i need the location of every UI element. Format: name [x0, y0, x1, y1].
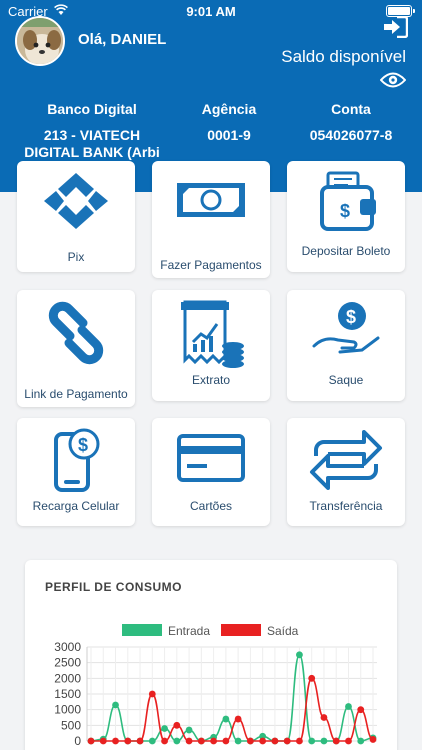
data-point-1-20: [332, 737, 340, 745]
y-tick-label: 3000: [54, 640, 81, 654]
consumption-chart: Entrada Saída 3000 25002000 1500 1000500 0: [54, 624, 377, 748]
data-point-0-21: [345, 703, 352, 710]
data-point-1-12: [234, 715, 242, 723]
tile-recarga-celular[interactable]: $ Recarga Celular: [17, 418, 135, 526]
data-point-0-6: [161, 725, 168, 732]
account-info: Conta 054026077-8: [294, 101, 408, 144]
app-screen: Carrier 9:01 AM Olá, DANIEL Saldo dispon…: [0, 0, 422, 750]
legend-label-0: Entrada: [168, 624, 210, 638]
tile-cartoes[interactable]: Cartões: [152, 418, 270, 526]
balance-label: Saldo disponível: [281, 47, 406, 66]
withdraw-icon: $: [312, 302, 380, 354]
pix-icon: [44, 173, 108, 229]
payment-icon: [177, 183, 245, 217]
avatar[interactable]: [15, 16, 65, 66]
status-bar: Carrier 9:01 AM: [0, 0, 422, 24]
data-point-1-18: [308, 674, 316, 682]
tile-transferencia[interactable]: Transferência: [287, 418, 405, 526]
agency-value: 0001-9: [207, 127, 251, 143]
tile-depositar-boleto[interactable]: $ Depositar Boleto: [287, 161, 405, 272]
avatar-dog-icon: [17, 18, 63, 64]
legend-label-1: Saída: [267, 624, 299, 638]
statement-icon: [181, 300, 244, 368]
tile-label-cartoes: Cartões: [189, 499, 233, 513]
data-point-1-0: [87, 737, 95, 745]
eye-icon[interactable]: [380, 71, 406, 89]
tile-label-extrato: Extrato: [191, 373, 230, 387]
data-point-1-11: [222, 737, 230, 745]
data-point-1-21: [345, 737, 352, 745]
data-point-0-11: [222, 715, 230, 723]
tile-extrato[interactable]: Extrato: [152, 290, 270, 401]
y-tick-label: 2500: [54, 656, 81, 670]
data-point-0-2: [112, 701, 119, 709]
data-point-0-7: [173, 737, 181, 745]
data-point-1-5: [148, 690, 156, 698]
clock: 9:01 AM: [186, 4, 236, 19]
link-icon: [48, 301, 104, 365]
tile-pix[interactable]: Pix: [17, 161, 135, 272]
data-point-1-8: [185, 737, 193, 745]
data-point-1-7: [173, 721, 181, 729]
data-point-0-22: [357, 737, 365, 745]
data-point-1-1: [99, 737, 107, 745]
phone-recharge-icon: $: [54, 428, 100, 492]
card-icon: [177, 434, 245, 482]
tile-label-saque: Saque: [328, 373, 364, 387]
data-point-1-19: [320, 714, 328, 721]
data-point-0-8: [185, 726, 193, 734]
tile-link-de-pagamento[interactable]: Link de Pagamento: [17, 290, 135, 407]
greeting: Olá, DANIEL: [78, 31, 167, 48]
agency-info: Agência 0001-9: [190, 101, 268, 144]
y-tick-label: 0: [74, 734, 81, 748]
data-point-1-2: [112, 737, 119, 745]
data-point-1-17: [296, 737, 303, 745]
data-point-1-15: [271, 737, 279, 745]
tile-label-link-de-pagamento: Link de Pagamento: [24, 387, 128, 401]
y-tick-label: 1500: [54, 687, 81, 701]
data-point-1-6: [161, 737, 168, 745]
y-tick-label: 500: [61, 718, 81, 732]
data-point-1-13: [246, 737, 254, 745]
data-point-1-4: [136, 737, 144, 745]
wallet-icon: $: [320, 171, 376, 231]
y-tick-label: 1000: [54, 703, 81, 717]
data-point-0-5: [148, 737, 156, 745]
tile-fazer-pagamentos[interactable]: Fazer Pagamentos: [152, 161, 270, 278]
data-point-1-23: [369, 736, 377, 743]
data-point-1-22: [357, 706, 365, 714]
legend-swatch-1: [221, 624, 261, 636]
data-point-0-12: [234, 737, 242, 745]
y-tick-label: 2000: [54, 671, 81, 685]
data-point-1-10: [210, 737, 218, 745]
bank-label: Banco Digital: [47, 101, 137, 117]
logout-icon[interactable]: [382, 16, 408, 38]
account-value: 054026077-8: [309, 127, 393, 143]
agency-label: Agência: [201, 101, 257, 117]
svg-text:$: $: [346, 307, 356, 327]
tile-label-recarga-celular: Recarga Celular: [32, 499, 120, 513]
data-point-0-19: [320, 737, 328, 745]
tile-label-transferencia: Transferência: [309, 499, 383, 513]
consumption-card: PERFIL DE CONSUMO Entrada Saída 3000 2500 20…: [25, 560, 397, 750]
data-point-1-3: [124, 737, 132, 745]
data-point-1-14: [259, 737, 267, 745]
tile-label-pix: Pix: [67, 250, 85, 264]
data-point-1-9: [197, 737, 205, 745]
transfer-icon: [310, 430, 382, 490]
svg-text:$: $: [340, 201, 350, 221]
tile-saque[interactable]: $ Saque: [287, 290, 405, 401]
data-point-1-16: [283, 737, 291, 745]
svg-text:$: $: [78, 435, 88, 455]
data-point-0-17: [296, 651, 303, 659]
tile-label-depositar-boleto: Depositar Boleto: [301, 244, 391, 258]
data-point-0-18: [308, 737, 316, 745]
legend-swatch-0: [122, 624, 162, 636]
account-label: Conta: [331, 101, 371, 117]
tile-label-fazer-pagamentos: Fazer Pagamentos: [160, 258, 262, 272]
